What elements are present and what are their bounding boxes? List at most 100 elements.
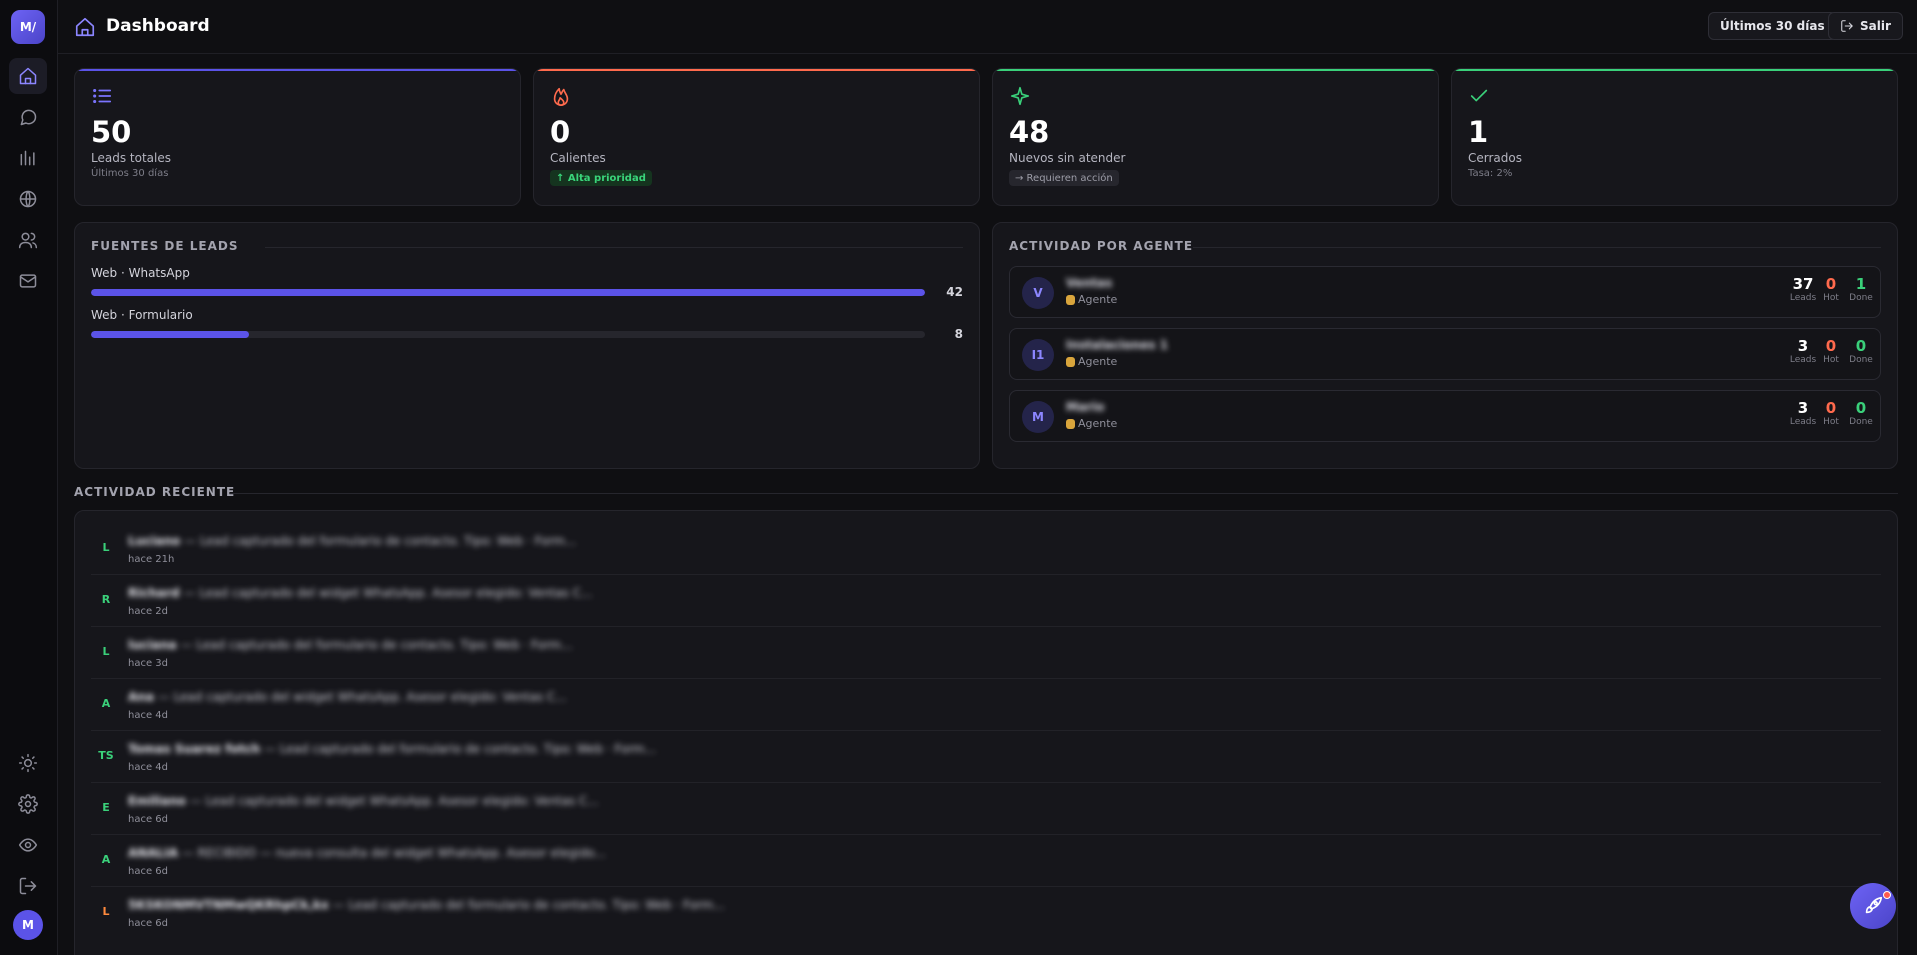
agent-hot: 0 Hot: [1823, 337, 1839, 365]
notification-dot: [1883, 891, 1891, 899]
nav-users[interactable]: [9, 222, 47, 258]
activity-time: hace 6d: [128, 814, 169, 825]
accent-bar: [1452, 69, 1897, 71]
source-count: 42: [946, 285, 963, 299]
priority-badge: ↑ Alta prioridad: [550, 170, 652, 186]
activity-item[interactable]: L Luciano — Lead capturado del formulari…: [91, 523, 1881, 575]
source-bar-fill: [91, 331, 250, 338]
activity-time: hace 6d: [128, 918, 169, 929]
stat-card-closed: 1 Cerrados Tasa: 2%: [1451, 68, 1898, 206]
agent-activity-panel: ACTIVIDAD POR AGENTE V Ventas Agente 37 L…: [992, 222, 1898, 469]
accent-bar: [534, 69, 979, 71]
agent-role: Agente: [1066, 417, 1117, 430]
flame-icon: [550, 85, 572, 107]
accent-bar: [75, 69, 520, 71]
stat-label: Leads totales: [91, 151, 171, 165]
agent-hot: 0 Hot: [1823, 399, 1839, 427]
activity-initials: E: [102, 801, 110, 814]
activity-initials: L: [102, 541, 110, 554]
recent-section-title: ACTIVIDAD RECIENTE: [74, 485, 236, 499]
agent-leads: 3 Leads: [1789, 337, 1817, 365]
sparkle-icon: [1009, 85, 1031, 107]
activity-item[interactable]: E Emiliano — Lead capturado del widget W…: [91, 783, 1881, 835]
activity-initials: R: [101, 593, 111, 606]
agent-role: Agente: [1066, 293, 1117, 306]
stat-value: 48: [1009, 115, 1050, 149]
user-avatar[interactable]: M: [13, 910, 43, 940]
gear-icon: [18, 794, 38, 814]
agent-hot: 0 Hot: [1823, 275, 1839, 303]
period-selector-button[interactable]: Últimos 30 días: [1708, 12, 1837, 40]
sidebar: M/ M: [0, 0, 58, 955]
agent-name: Mario: [1066, 400, 1105, 414]
agent-row[interactable]: I1 Instalaciones 1 Agente 3 Leads 0 Hot 0D…: [1009, 328, 1881, 380]
activity-item[interactable]: L luciana — Lead capturado del formulari…: [91, 627, 1881, 679]
activity-item[interactable]: A Ana — Lead capturado del widget WhatsA…: [91, 679, 1881, 731]
section-title: ACTIVIDAD POR AGENTE: [1009, 239, 1194, 253]
app-logo[interactable]: M/: [11, 10, 45, 44]
stat-label: Cerrados: [1468, 151, 1522, 165]
eye-icon: [18, 838, 38, 852]
source-name: Web · Formulario: [91, 308, 193, 322]
agent-leads: 37 Leads: [1789, 275, 1817, 303]
source-count: 8: [954, 327, 963, 341]
users-icon: [18, 232, 38, 249]
activity-initials: L: [102, 905, 110, 918]
check-icon: [1468, 85, 1490, 107]
nav-analytics[interactable]: [9, 140, 47, 176]
activity-text: Emiliano — Lead capturado del widget Wha…: [128, 794, 599, 808]
activity-text: Tomas Suarez fotch — Lead capturado del …: [128, 742, 657, 756]
divider: [230, 493, 1898, 494]
nav-conversations[interactable]: [9, 99, 47, 135]
activity-item[interactable]: L 5KSKONMVTNMwQKRhpCk,kx — Lead capturad…: [91, 887, 1881, 939]
activity-item[interactable]: R Richard — Lead capturado del widget Wh…: [91, 575, 1881, 627]
nav-preview[interactable]: [9, 827, 47, 863]
activity-initials: A: [101, 697, 111, 710]
recent-activity-panel: L Luciano — Lead capturado del formulari…: [74, 510, 1898, 955]
activity-text: Ana — Lead capturado del widget WhatsApp…: [128, 690, 567, 704]
source-bar-fill: [91, 289, 925, 296]
activity-item[interactable]: TS Tomas Suarez fotch — Lead capturado d…: [91, 731, 1881, 783]
launch-fab-button[interactable]: [1850, 883, 1896, 929]
agent-done: 0 Done: [1849, 399, 1873, 427]
nav-dashboard[interactable]: [9, 58, 47, 94]
home-icon: [19, 67, 37, 85]
action-badge: → Requieren acción: [1009, 170, 1119, 186]
logout-icon: [19, 877, 37, 895]
activity-item[interactable]: A ANALIA — RECIBIDO — nueva consulta del…: [91, 835, 1881, 887]
activity-text: Richard — Lead capturado del widget What…: [128, 586, 593, 600]
accent-bar: [993, 69, 1438, 71]
stat-label: Calientes: [550, 151, 606, 165]
divider: [1193, 247, 1881, 248]
stat-value: 1: [1468, 115, 1489, 149]
stat-sub: Últimos 30 días: [91, 168, 169, 179]
theme-toggle[interactable]: [9, 745, 47, 781]
nav-settings[interactable]: [9, 786, 47, 822]
activity-time: hace 2d: [128, 606, 169, 617]
mail-icon: [19, 274, 37, 288]
top-header: Dashboard Últimos 30 días Salir: [58, 0, 1917, 54]
nav-web[interactable]: [9, 181, 47, 217]
stat-sub: Tasa: 2%: [1468, 168, 1513, 179]
agent-avatar: V: [1022, 277, 1054, 309]
nav-logout[interactable]: [9, 868, 47, 904]
logout-button[interactable]: Salir: [1828, 12, 1903, 40]
agent-row[interactable]: V Ventas Agente 37 Leads 0 Hot 1 Done: [1009, 266, 1881, 318]
logout-label: Salir: [1860, 19, 1891, 33]
section-title: FUENTES DE LEADS: [91, 239, 239, 253]
activity-time: hace 3d: [128, 658, 169, 669]
agent-role: Agente: [1066, 355, 1117, 368]
nav-mail[interactable]: [9, 263, 47, 299]
sun-icon: [18, 753, 38, 773]
bar-chart-icon: [20, 150, 35, 166]
badge-icon: [1066, 294, 1075, 305]
stat-card-hot-leads: 0 Calientes ↑ Alta prioridad: [533, 68, 980, 206]
agent-leads: 3 Leads: [1789, 399, 1817, 427]
badge-icon: [1066, 356, 1075, 367]
rocket-icon: [1865, 896, 1883, 914]
agent-row[interactable]: M Mario Agente 3 Leads 0 Hot 0 Done: [1009, 390, 1881, 442]
activity-text: 5KSKONMVTNMwQKRhpCk,kx — Lead capturado …: [128, 898, 725, 912]
activity-time: hace 21h: [128, 554, 175, 565]
home-icon: [74, 16, 96, 38]
stat-value: 0: [550, 115, 571, 149]
